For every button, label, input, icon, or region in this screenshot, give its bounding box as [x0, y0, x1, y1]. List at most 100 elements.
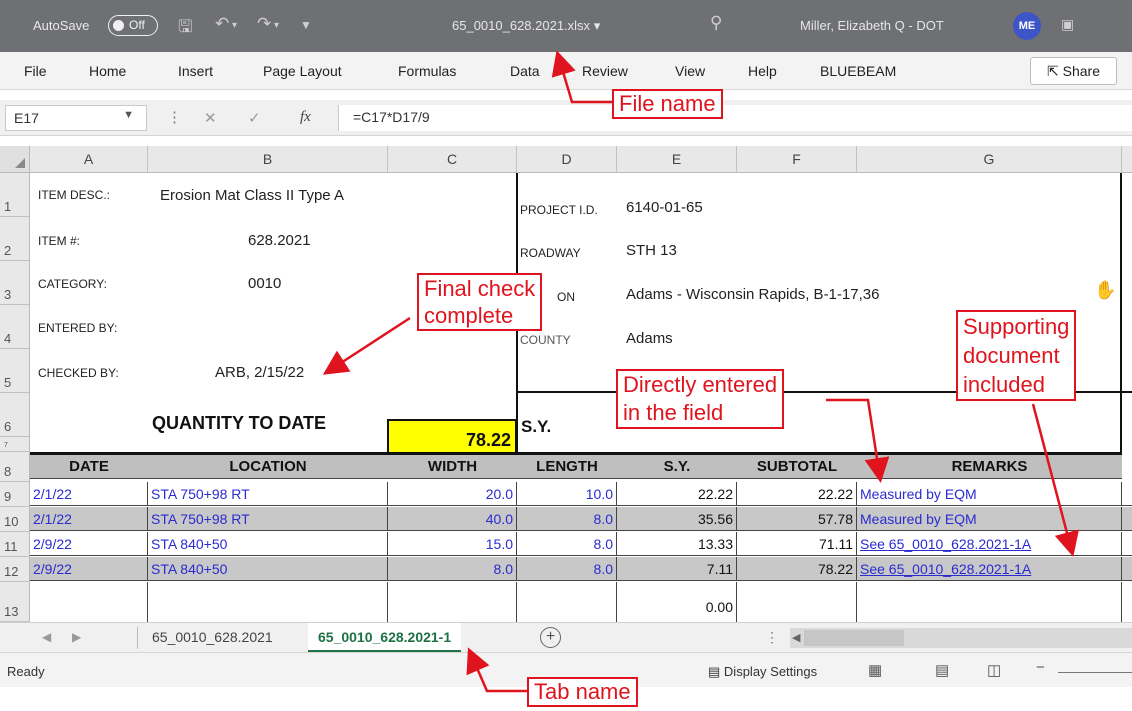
project-id-value[interactable]: 6140-01-65 — [626, 199, 703, 216]
more-options-icon[interactable]: ⋮ — [765, 629, 779, 646]
tab-home[interactable]: Home — [89, 63, 126, 79]
width-cell[interactable]: 15.0 — [388, 532, 517, 556]
remarks-cell[interactable]: See 65_0010_628.2021-1A — [857, 532, 1122, 556]
more-options-icon[interactable]: ⋮ — [167, 108, 182, 126]
sheet-tab-2[interactable]: 65_0010_628.2021-1 — [308, 623, 462, 653]
page-break-view-icon[interactable]: ◫ — [987, 661, 1001, 679]
row-header-2[interactable]: 2 — [0, 217, 30, 261]
table-row[interactable]: 2/9/22 STA 840+50 15.0 8.0 13.33 71.11 S… — [30, 532, 1132, 556]
search-icon[interactable]: ⚲ — [710, 13, 722, 33]
row-header-6[interactable]: 6 — [0, 393, 30, 437]
formula-input[interactable]: =C17*D17/9 — [338, 105, 1132, 131]
row-header-3[interactable]: 3 — [0, 261, 30, 305]
subtotal-cell[interactable]: 78.22 — [737, 557, 857, 581]
share-button[interactable]: ⇱ Share — [1030, 57, 1117, 85]
file-name-title[interactable]: 65_0010_628.2021.xlsx ▾ — [452, 18, 600, 34]
location-cell[interactable]: STA 750+98 RT — [148, 507, 388, 531]
tab-help[interactable]: Help — [748, 63, 777, 79]
date-cell[interactable] — [30, 582, 148, 622]
name-box-dropdown-icon[interactable]: ▼ — [123, 109, 134, 121]
remarks-cell[interactable]: See 65_0010_628.2021-1A — [857, 557, 1122, 581]
row-header-4[interactable]: 4 — [0, 305, 30, 349]
row-header-8[interactable]: 8 — [0, 452, 30, 482]
column-header-g[interactable]: G — [857, 146, 1122, 173]
ribbon-display-icon[interactable]: ▣ — [1061, 16, 1074, 33]
column-header-e[interactable]: E — [617, 146, 737, 173]
user-name[interactable]: Miller, Elizabeth Q - DOT — [800, 18, 944, 33]
location-value[interactable]: Adams - Wisconsin Rapids, B-1-17,36 — [626, 286, 879, 303]
row-header-13[interactable]: 13 — [0, 582, 30, 622]
length-cell[interactable]: 8.0 — [517, 557, 617, 581]
table-row[interactable]: 2/1/22 STA 750+98 RT 20.0 10.0 22.22 22.… — [30, 482, 1132, 506]
row-header-12[interactable]: 12 — [0, 557, 30, 582]
sy-cell[interactable]: 22.22 — [617, 482, 737, 506]
location-cell[interactable]: STA 840+50 — [148, 532, 388, 556]
row-header-7[interactable]: 7 — [0, 437, 30, 452]
tab-page-layout[interactable]: Page Layout — [263, 63, 342, 79]
row-header-1[interactable]: 1 — [0, 173, 30, 217]
row-header-11[interactable]: 11 — [0, 532, 30, 557]
location-cell[interactable]: STA 840+50 — [148, 557, 388, 581]
avatar[interactable]: ME — [1013, 12, 1041, 40]
width-cell[interactable] — [388, 582, 517, 622]
length-cell[interactable]: 8.0 — [517, 507, 617, 531]
autosave-toggle[interactable]: Off — [108, 15, 158, 36]
length-cell[interactable]: 10.0 — [517, 482, 617, 506]
prev-sheet-icon[interactable]: ◀ — [42, 630, 51, 644]
tab-bluebeam[interactable]: BLUEBEAM — [820, 63, 896, 79]
undo-icon[interactable]: ↶ — [215, 14, 229, 34]
date-cell[interactable]: 2/9/22 — [30, 557, 148, 581]
tab-review[interactable]: Review — [582, 63, 628, 79]
remarks-cell[interactable]: Measured by EQM — [857, 482, 1122, 506]
sy-cell[interactable]: 13.33 — [617, 532, 737, 556]
date-cell[interactable]: 2/9/22 — [30, 532, 148, 556]
tab-insert[interactable]: Insert — [178, 63, 213, 79]
sy-cell[interactable]: 35.56 — [617, 507, 737, 531]
length-cell[interactable]: 8.0 — [517, 532, 617, 556]
column-header-a[interactable]: A — [30, 146, 148, 173]
zoom-out-icon[interactable]: − — [1036, 659, 1045, 676]
county-value[interactable]: Adams — [626, 330, 673, 347]
sy-cell[interactable]: 0.00 — [617, 582, 737, 622]
horizontal-scrollbar[interactable]: ◀ — [790, 628, 1132, 648]
normal-view-icon[interactable]: ▦ — [868, 661, 882, 679]
remarks-cell[interactable]: Measured by EQM — [857, 507, 1122, 531]
checked-by-value[interactable]: ARB, 2/15/22 — [215, 364, 304, 381]
display-settings-button[interactable]: ▤ Display Settings — [708, 664, 817, 680]
scroll-left-icon[interactable]: ◀ — [792, 631, 800, 644]
location-cell[interactable]: STA 750+98 RT — [148, 482, 388, 506]
zoom-slider[interactable] — [1058, 672, 1132, 673]
column-header-c[interactable]: C — [388, 146, 517, 173]
subtotal-cell[interactable]: 57.78 — [737, 507, 857, 531]
row-header-10[interactable]: 10 — [0, 507, 30, 532]
date-cell[interactable]: 2/1/22 — [30, 482, 148, 506]
location-cell[interactable] — [148, 582, 388, 622]
customize-qat-icon[interactable]: ▼ — [300, 18, 312, 32]
table-row[interactable]: 2/9/22 STA 840+50 8.0 8.0 7.11 78.22 See… — [30, 557, 1132, 581]
name-box[interactable]: E17 ▼ — [5, 105, 147, 131]
row-header-5[interactable]: 5 — [0, 349, 30, 393]
row-header-9[interactable]: 9 — [0, 482, 30, 507]
subtotal-cell[interactable]: 22.22 — [737, 482, 857, 506]
date-cell[interactable]: 2/1/22 — [30, 507, 148, 531]
undo-dropdown-icon[interactable]: ▾ — [232, 20, 237, 31]
redo-dropdown-icon[interactable]: ▾ — [274, 20, 279, 31]
page-layout-view-icon[interactable]: ▤ — [935, 661, 949, 679]
item-desc-value[interactable]: Erosion Mat Class II Type A — [160, 187, 344, 204]
remarks-cell[interactable] — [857, 582, 1122, 622]
width-cell[interactable]: 40.0 — [388, 507, 517, 531]
redo-icon[interactable]: ↷ — [257, 14, 271, 34]
column-header-d[interactable]: D — [517, 146, 617, 173]
column-header-b[interactable]: B — [148, 146, 388, 173]
subtotal-cell[interactable]: 71.11 — [737, 532, 857, 556]
tab-file[interactable]: File — [24, 63, 47, 79]
sy-cell[interactable]: 7.11 — [617, 557, 737, 581]
sheet-tab-1[interactable]: 65_0010_628.2021 — [142, 623, 283, 653]
item-no-value[interactable]: 628.2021 — [248, 232, 311, 249]
tab-view[interactable]: View — [675, 63, 705, 79]
save-icon[interactable]: 🖫 — [178, 14, 192, 43]
tab-formulas[interactable]: Formulas — [398, 63, 456, 79]
category-value[interactable]: 0010 — [248, 275, 281, 292]
roadway-value[interactable]: STH 13 — [626, 242, 677, 259]
tab-data[interactable]: Data — [510, 63, 540, 79]
